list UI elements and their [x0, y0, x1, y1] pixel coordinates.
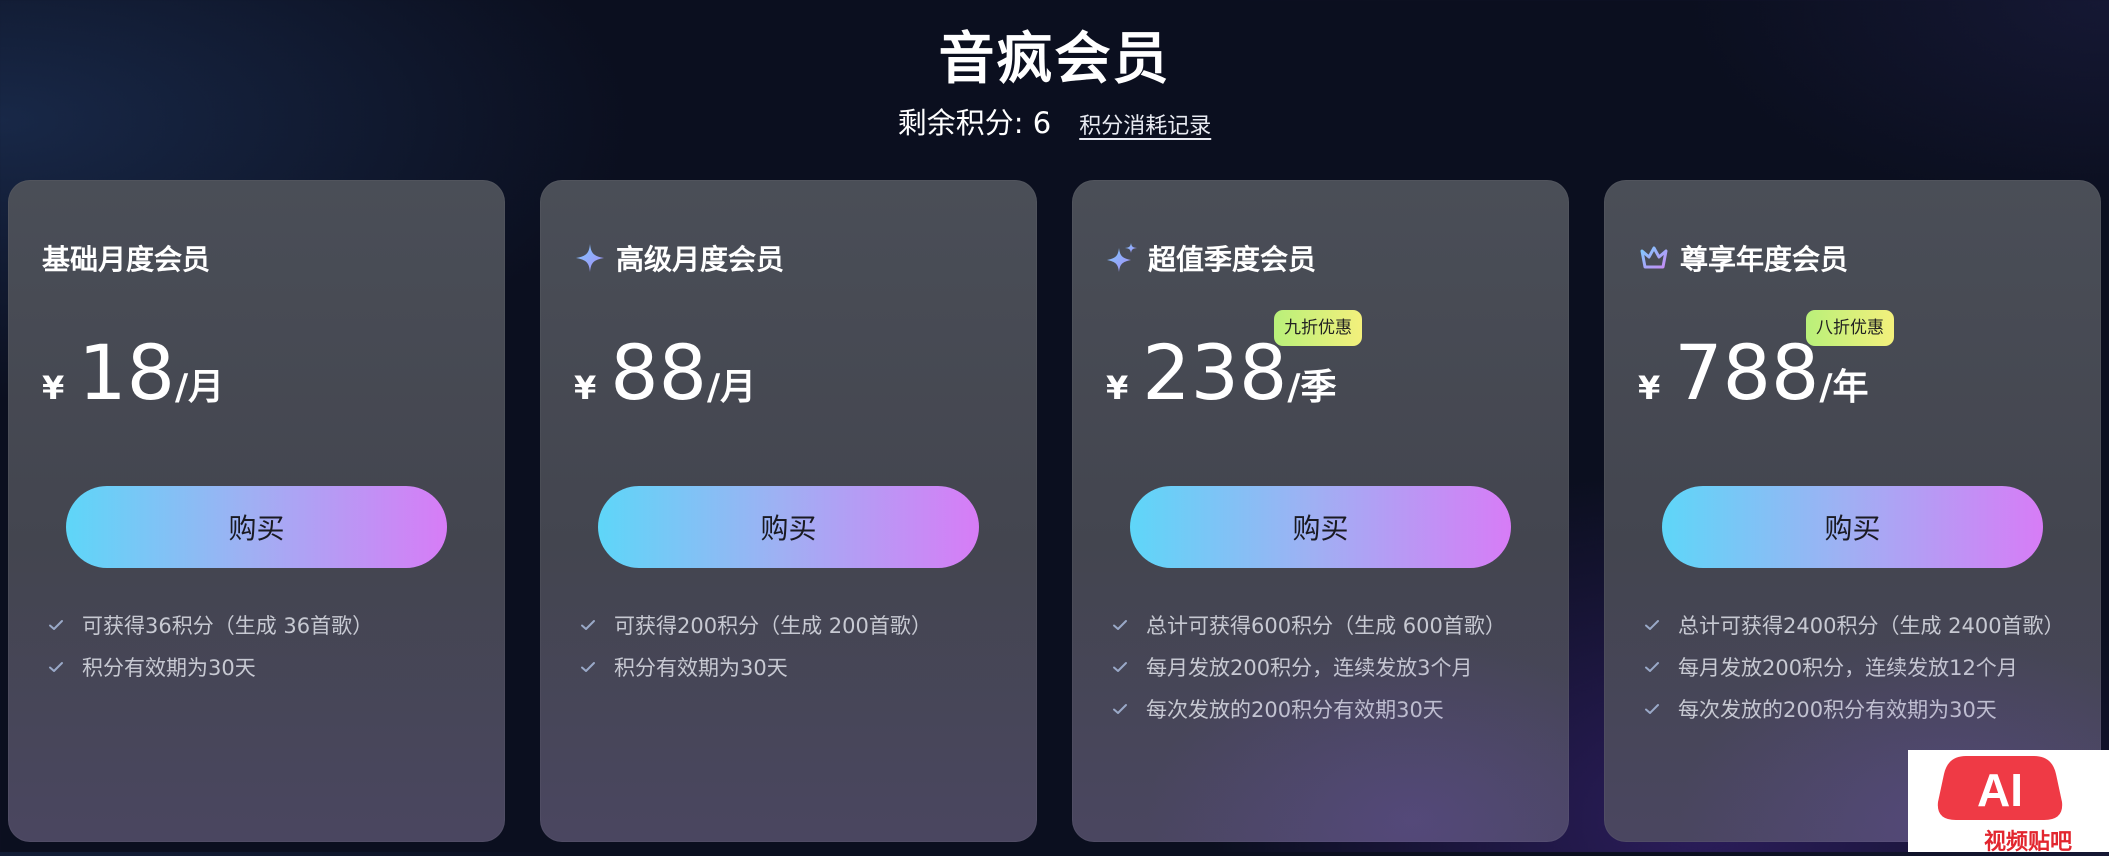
ai-logo-icon: AI	[1937, 756, 2063, 820]
check-icon	[1113, 662, 1127, 672]
feature-text: 可获得36积分（生成 36首歌）	[82, 614, 374, 638]
buy-button[interactable]: 购买	[1130, 486, 1511, 568]
plan-title: 基础月度会员	[42, 243, 211, 276]
feature-item: 可获得200积分（生成 200首歌）	[580, 604, 932, 646]
plan-price: ¥ 88 /月	[574, 328, 756, 428]
check-icon	[1645, 620, 1659, 630]
feature-text: 每次发放的200积分有效期30天	[1146, 698, 1444, 722]
feature-item: 每月发放200积分，连续发放12个月	[1644, 646, 2065, 688]
feature-list: 可获得200积分（生成 200首歌） 积分有效期为30天	[580, 604, 932, 688]
feature-text: 每月发放200积分，连续发放3个月	[1146, 656, 1473, 680]
points-history-link[interactable]: 积分消耗记录	[1079, 108, 1211, 140]
plan-list: 基础月度会员 ¥ 18 /月 购买 可获得36积分（生成 36首歌） 积分有效期…	[0, 180, 2109, 842]
feature-text: 积分有效期为30天	[614, 656, 788, 680]
feature-item: 可获得36积分（生成 36首歌）	[48, 604, 373, 646]
price-amount: 238	[1142, 328, 1288, 417]
buy-button[interactable]: 购买	[1662, 486, 2043, 568]
watermark-logo: AI 视频贴吧	[1908, 750, 2109, 855]
plan-title: 超值季度会员	[1148, 243, 1317, 276]
sparkle-icon	[576, 244, 604, 272]
currency-symbol: ¥	[1638, 369, 1661, 407]
price-unit: /月	[174, 367, 225, 408]
feature-list: 总计可获得600积分（生成 600首歌） 每月发放200积分，连续发放3个月 每…	[1112, 604, 1506, 730]
plan-title: 尊享年度会员	[1680, 243, 1849, 276]
price-amount: 18	[78, 328, 175, 417]
price-unit: /年	[1819, 367, 1869, 408]
plan-card-premium-monthly: 高级月度会员 ¥ 88 /月 购买 可获得200积分（生成 200首歌） 积分有…	[540, 180, 1037, 842]
check-icon	[49, 662, 63, 672]
feature-text: 积分有效期为30天	[82, 656, 256, 680]
plan-price: ¥ 18 /月	[42, 328, 224, 428]
feature-text: 可获得200积分（生成 200首歌）	[614, 614, 932, 638]
plan-card-basic-monthly: 基础月度会员 ¥ 18 /月 购买 可获得36积分（生成 36首歌） 积分有效期…	[8, 180, 505, 842]
buy-button[interactable]: 购买	[66, 486, 447, 568]
plan-header: 高级月度会员	[574, 236, 784, 280]
price-amount: 788	[1674, 328, 1820, 417]
check-icon	[1113, 704, 1127, 714]
feature-text: 总计可获得600积分（生成 600首歌）	[1146, 614, 1506, 638]
crown-icon	[1640, 246, 1668, 269]
check-icon	[49, 620, 63, 630]
check-icon	[581, 662, 595, 672]
feature-item: 总计可获得600积分（生成 600首歌）	[1112, 604, 1506, 646]
plan-card-value-quarterly: 超值季度会员 九折优惠 ¥ 238 /季 购买 总计可获得600积分（生成 60…	[1072, 180, 1569, 842]
plan-header: 尊享年度会员	[1638, 236, 1848, 280]
feature-item: 积分有效期为30天	[580, 646, 932, 688]
watermark-caption: 视频贴吧	[1984, 830, 2073, 855]
feature-item: 总计可获得2400积分（生成 2400首歌）	[1644, 604, 2065, 646]
double-sparkle-icon	[1107, 243, 1137, 272]
page-header: 音疯会员 剩余积分: 6 积分消耗记录	[0, 0, 2109, 175]
plan-header: 基础月度会员	[42, 236, 210, 280]
feature-item: 积分有效期为30天	[48, 646, 373, 688]
price-unit: /月	[706, 367, 757, 408]
feature-text: 每次发放的200积分有效期为30天	[1678, 698, 1997, 722]
feature-item: 每次发放的200积分有效期30天	[1112, 688, 1506, 730]
feature-list: 可获得36积分（生成 36首歌） 积分有效期为30天	[48, 604, 373, 688]
page-title: 音疯会员	[938, 27, 1171, 92]
plan-price: ¥ 238 /季	[1106, 328, 1336, 428]
feature-text: 每月发放200积分，连续发放12个月	[1678, 656, 2018, 680]
remaining-points: 剩余积分: 6	[897, 106, 1052, 140]
plan-price: ¥ 788 /年	[1638, 328, 1868, 428]
currency-symbol: ¥	[574, 369, 597, 407]
plan-title: 高级月度会员	[616, 243, 785, 276]
check-icon	[1645, 662, 1659, 672]
feature-list: 总计可获得2400积分（生成 2400首歌） 每月发放200积分，连续发放12个…	[1644, 604, 2065, 730]
feature-item: 每月发放200积分，连续发放3个月	[1112, 646, 1506, 688]
feature-text: 总计可获得2400积分（生成 2400首歌）	[1678, 614, 2065, 638]
check-icon	[1113, 620, 1127, 630]
buy-button[interactable]: 购买	[598, 486, 979, 568]
currency-symbol: ¥	[1106, 369, 1129, 407]
price-unit: /季	[1287, 367, 1337, 408]
price-amount: 88	[610, 328, 707, 417]
check-icon	[581, 620, 595, 630]
plan-header: 超值季度会员	[1106, 236, 1316, 280]
currency-symbol: ¥	[42, 369, 65, 407]
logo-text: AI	[1977, 764, 2023, 816]
feature-item: 每次发放的200积分有效期为30天	[1644, 688, 2065, 730]
plan-card-premium-annual: 尊享年度会员 八折优惠 ¥ 788 /年 购买 总计可获得2400积分（生成 2…	[1604, 180, 2101, 842]
points-summary: 剩余积分: 6 积分消耗记录	[0, 100, 2109, 142]
check-icon	[1645, 704, 1659, 714]
